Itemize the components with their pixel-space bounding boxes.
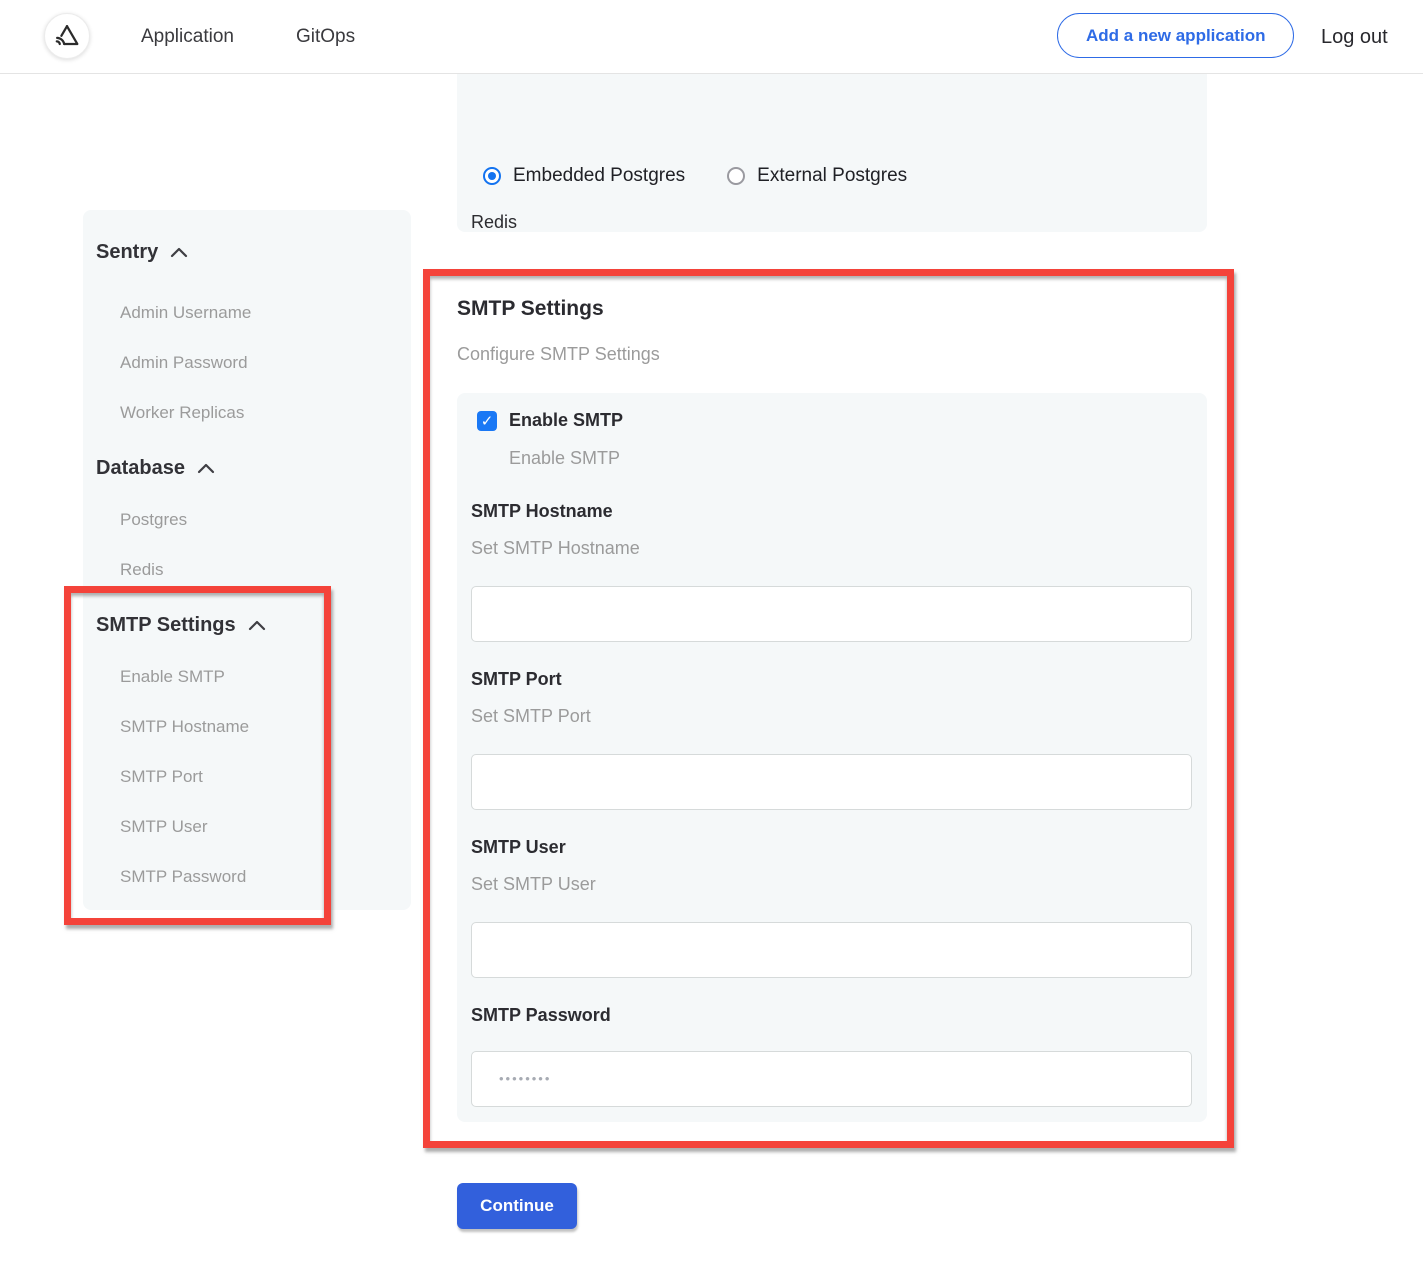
- sidebar-group-smtp-settings-label: SMTP Settings: [96, 614, 236, 637]
- smtp-password-field-group: SMTP Password: [471, 1005, 1192, 1107]
- smtp-password-label: SMTP Password: [471, 1005, 1192, 1026]
- app-logo[interactable]: [44, 13, 90, 59]
- smtp-password-input[interactable]: [471, 1051, 1192, 1107]
- radio-embedded-postgres[interactable]: [483, 167, 501, 185]
- sidebar-group-database-label: Database: [96, 457, 185, 480]
- smtp-port-input[interactable]: [471, 754, 1192, 810]
- sidebar-group-smtp-settings[interactable]: SMTP Settings: [96, 613, 411, 637]
- chevron-up-icon[interactable]: [248, 619, 266, 631]
- enable-smtp-helper: Enable SMTP: [509, 448, 620, 469]
- smtp-port-field-group: SMTP Port Set SMTP Port: [471, 669, 1192, 810]
- chevron-up-icon[interactable]: [170, 246, 188, 258]
- enable-smtp-label[interactable]: Enable SMTP: [509, 410, 623, 431]
- smtp-hostname-field-group: SMTP Hostname Set SMTP Hostname: [471, 501, 1192, 642]
- sidebar-group-sentry-label: Sentry: [96, 241, 158, 264]
- sidebar-item-enable-smtp[interactable]: Enable SMTP: [120, 667, 411, 687]
- redis-subsection-heading: Redis: [471, 212, 517, 233]
- radio-label-external-postgres[interactable]: External Postgres: [757, 165, 907, 187]
- logout-link[interactable]: Log out: [1321, 0, 1388, 74]
- nav-link-gitops[interactable]: GitOps: [296, 0, 355, 74]
- smtp-form: ✓ Enable SMTP Enable SMTP SMTP Hostname …: [457, 393, 1207, 1122]
- smtp-port-helper: Set SMTP Port: [471, 706, 1192, 727]
- sidebar-item-smtp-port[interactable]: SMTP Port: [120, 767, 411, 787]
- sidebar-item-admin-password[interactable]: Admin Password: [120, 353, 411, 373]
- smtp-panel-title: SMTP Settings: [457, 297, 604, 321]
- smtp-user-field-group: SMTP User Set SMTP User: [471, 837, 1192, 978]
- nav-link-application[interactable]: Application: [141, 0, 234, 74]
- enable-smtp-row: ✓ Enable SMTP: [477, 410, 623, 431]
- sidebar-group-sentry[interactable]: Sentry: [96, 240, 411, 264]
- config-sidebar: Sentry Admin Username Admin Password Wor…: [83, 210, 411, 910]
- sidebar-item-smtp-user[interactable]: SMTP User: [120, 817, 411, 837]
- chevron-up-icon[interactable]: [197, 462, 215, 474]
- enable-smtp-checkbox[interactable]: ✓: [477, 411, 497, 431]
- smtp-user-input[interactable]: [471, 922, 1192, 978]
- continue-button[interactable]: Continue: [457, 1183, 577, 1229]
- radio-label-embedded-postgres[interactable]: Embedded Postgres: [513, 165, 685, 187]
- sidebar-group-database[interactable]: Database: [96, 456, 411, 480]
- sidebar-item-worker-replicas[interactable]: Worker Replicas: [120, 403, 411, 423]
- smtp-hostname-helper: Set SMTP Hostname: [471, 538, 1192, 559]
- smtp-hostname-label: SMTP Hostname: [471, 501, 1192, 522]
- sidebar-item-postgres[interactable]: Postgres: [120, 510, 411, 530]
- checkmark-icon: ✓: [481, 414, 494, 429]
- top-navbar: Application GitOps Add a new application…: [0, 0, 1423, 74]
- sidebar-item-smtp-hostname[interactable]: SMTP Hostname: [120, 717, 411, 737]
- smtp-hostname-input[interactable]: [471, 586, 1192, 642]
- sidebar-item-smtp-password[interactable]: SMTP Password: [120, 867, 411, 887]
- add-new-application-button[interactable]: Add a new application: [1057, 13, 1294, 58]
- smtp-user-helper: Set SMTP User: [471, 874, 1192, 895]
- sentry-logo-icon: [52, 21, 82, 51]
- radio-external-postgres[interactable]: [727, 167, 745, 185]
- smtp-port-label: SMTP Port: [471, 669, 1192, 690]
- postgres-radio-group: Embedded Postgres External Postgres: [483, 165, 907, 187]
- database-resources-section: Embedded Postgres External Postgres Redi…: [457, 74, 1207, 232]
- smtp-user-label: SMTP User: [471, 837, 1192, 858]
- sidebar-item-admin-username[interactable]: Admin Username: [120, 303, 411, 323]
- smtp-panel-subtitle: Configure SMTP Settings: [457, 344, 660, 365]
- sidebar-item-redis[interactable]: Redis: [120, 560, 411, 580]
